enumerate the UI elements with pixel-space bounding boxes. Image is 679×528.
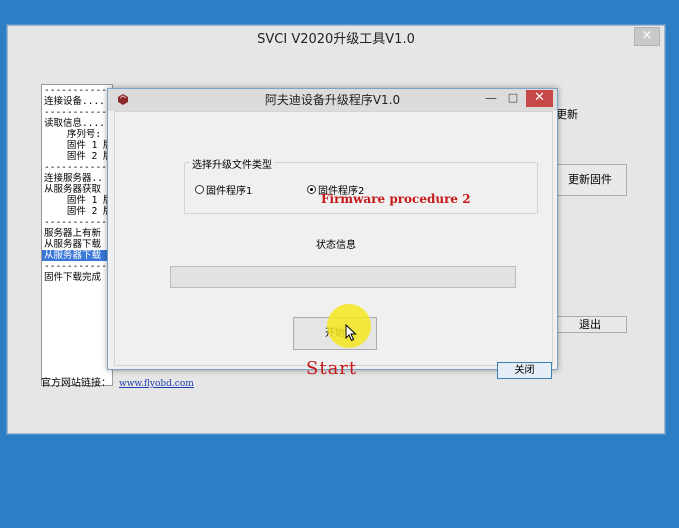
- website-link[interactable]: www.flyobd.com: [119, 379, 194, 389]
- dialog-title-bar: 阿夫迪设备升级程序V1.0 — □ ✕: [108, 89, 557, 111]
- start-button[interactable]: 开始: [293, 317, 377, 350]
- website-row: 官方网站链接： www.flyobd.com: [41, 374, 194, 389]
- website-label: 官方网站链接：: [41, 378, 111, 389]
- update-label: 更新: [556, 108, 578, 121]
- radio-button-icon[interactable]: [307, 185, 316, 194]
- log-line: 固件 1 版: [44, 140, 113, 151]
- file-type-group-label: 选择升级文件类型: [190, 156, 274, 171]
- dialog-body: 选择升级文件类型 固件程序1 固件程序2 Firmware procedure …: [114, 111, 553, 379]
- dialog-close-icon[interactable]: ✕: [526, 90, 553, 107]
- start-annotation: Start: [306, 358, 358, 379]
- log-line: 固件 1 版: [44, 195, 113, 206]
- window-close-button[interactable]: ×: [634, 27, 660, 46]
- log-line: --------------: [44, 261, 112, 272]
- log-line: 服务器上有新: [44, 228, 102, 239]
- maximize-icon[interactable]: □: [504, 91, 522, 107]
- dialog-title: 阿夫迪设备升级程序V1.0: [264, 93, 401, 107]
- close-button[interactable]: 关闭: [497, 362, 552, 379]
- app-icon: [118, 94, 128, 105]
- log-line: 固件 2 版: [44, 206, 113, 217]
- log-line: 从服务器获取: [44, 184, 102, 195]
- log-line: 固件 2 版: [44, 151, 113, 162]
- minimize-icon[interactable]: —: [482, 91, 500, 107]
- window-title: SVCI V2020升级工具V1.0: [257, 32, 415, 47]
- mouse-cursor-icon: [345, 324, 357, 342]
- log-line: --------------: [44, 162, 112, 173]
- firmware-annotation: Firmware procedure 2: [321, 192, 471, 206]
- exit-button[interactable]: 退出: [553, 316, 627, 333]
- log-line: 从服务器下载: [42, 250, 112, 261]
- log-line: --------------: [44, 85, 112, 96]
- log-line: 序列号:: [44, 129, 107, 140]
- status-label: 状态信息: [316, 240, 356, 251]
- radio-label: 固件程序1: [206, 186, 253, 197]
- log-line: 从服务器下载: [44, 239, 102, 250]
- progress-bar: [170, 266, 516, 288]
- radio-firmware-1[interactable]: 固件程序1: [195, 182, 252, 197]
- log-line: --------------: [44, 107, 112, 118]
- log-line: 读取信息....: [44, 118, 105, 129]
- log-line: --------------: [44, 217, 112, 228]
- update-firmware-button[interactable]: 更新固件: [553, 164, 627, 196]
- log-line: 连接服务器..: [44, 173, 103, 184]
- radio-button-icon[interactable]: [195, 185, 204, 194]
- firmware-upgrade-dialog: 阿夫迪设备升级程序V1.0 — □ ✕ 选择升级文件类型 固件程序1 固件程序2…: [107, 88, 558, 379]
- log-output-panel[interactable]: --------------连接设备....--------------读取信息…: [41, 84, 113, 386]
- log-line: 连接设备....: [44, 96, 105, 107]
- log-line: 固件下载完成: [44, 272, 102, 283]
